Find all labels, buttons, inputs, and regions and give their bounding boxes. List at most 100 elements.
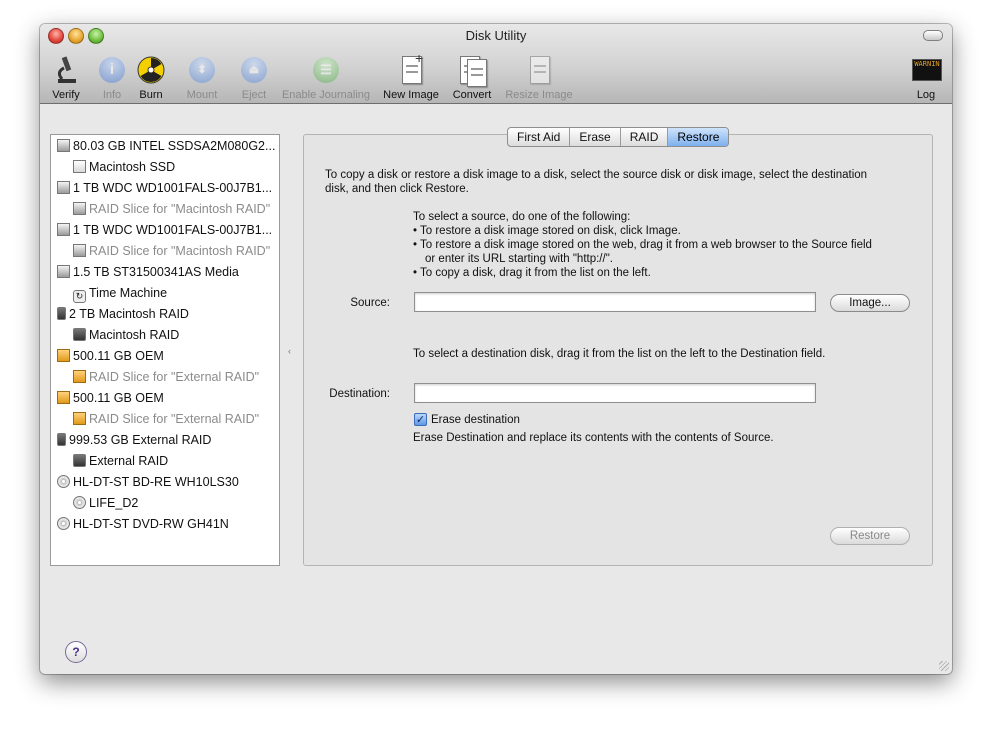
external-disk-icon [57,391,70,404]
disk-list-item[interactable]: RAID Slice for "External RAID" [73,367,275,387]
disk-list-item[interactable]: Macintosh SSD [73,157,275,177]
toolbar-label: Enable Journaling [281,89,371,101]
disk-label: RAID Slice for "Macintosh RAID" [89,202,271,216]
raid-icon [57,307,66,320]
disk-label: 2 TB Macintosh RAID [69,307,189,321]
disk-list-item[interactable]: 999.53 GB External RAID [57,430,275,450]
convert-icon [456,54,488,87]
erase-destination-note: Erase Destination and replace its conten… [413,432,774,444]
source-field[interactable] [414,292,816,312]
external-raid-slice-icon [73,370,86,383]
eject-icon: ⏏ [238,54,270,86]
toolbar-resize-image-button[interactable]: Resize Image [501,54,577,101]
disk-list-item[interactable]: 500.11 GB OEM [57,346,275,366]
disk-label: LIFE_D2 [89,496,139,510]
bullet-text: To copy a disk, drag it from the list on… [420,267,651,279]
toolbar-log-button[interactable]: WARNIN Log [908,54,944,101]
disk-list-item[interactable]: 2 TB Macintosh RAID [57,304,275,324]
split-view-divider[interactable]: ‹ [288,346,291,356]
restore-button[interactable]: Restore [830,527,910,545]
source-heading: To select a source, do one of the follow… [413,211,631,223]
disk-label: RAID Slice for "External RAID" [89,412,260,426]
raid-volume-icon [73,454,86,467]
disk-label: 500.11 GB OEM [73,391,164,405]
hard-disk-icon [57,223,70,236]
intro-line: disk, and then click Restore. [325,183,469,195]
resize-image-icon [523,54,555,86]
disk-list-item[interactable]: ↻ Time Machine [73,283,275,303]
tab-raid[interactable]: RAID [621,128,669,146]
toolbar-label: Info [102,89,122,101]
disk-list-item[interactable]: RAID Slice for "External RAID" [73,409,275,429]
burn-icon [135,54,167,86]
raid-volume-icon [73,328,86,341]
intro-line: To copy a disk or restore a disk image t… [325,169,868,181]
source-bullet: • To restore a disk image stored on the … [413,239,872,251]
disk-label: RAID Slice for "Macintosh RAID" [89,244,271,258]
destination-hint: To select a destination disk, drag it fr… [413,348,826,360]
tab-erase[interactable]: Erase [570,128,621,146]
disk-list[interactable]: 80.03 GB INTEL SSDSA2M080G2... Macintosh… [50,134,280,566]
toolbar-info-button[interactable]: i Info [94,54,130,101]
toolbar-verify-button[interactable]: Verify [48,54,84,101]
toolbar-label: Resize Image [505,89,573,101]
journal-icon: ☰ [310,54,342,86]
erase-destination-label[interactable]: Erase destination [431,413,520,427]
disk-label: RAID Slice for "External RAID" [89,370,260,384]
raid-slice-icon [73,244,86,257]
source-instructions: To select a source, do one of the follow… [413,210,923,280]
disk-label: 80.03 GB INTEL SSDSA2M080G2... [73,139,275,153]
erase-destination-checkbox[interactable]: ✓ [414,413,427,426]
disk-list-item[interactable]: RAID Slice for "Macintosh RAID" [73,241,275,261]
disk-list-item[interactable]: RAID Slice for "Macintosh RAID" [73,199,275,219]
disk-list-item[interactable]: 1.5 TB ST31500341AS Media [57,262,275,282]
external-disk-icon [57,349,70,362]
source-bullet: • To restore a disk image stored on disk… [413,225,681,237]
disk-label: 999.53 GB External RAID [69,433,212,447]
disk-label: Macintosh RAID [89,328,180,342]
mount-icon: ⬍ [186,54,218,86]
hard-disk-icon [57,139,70,152]
toolbar-mount-button[interactable]: ⬍ Mount [180,54,224,101]
source-label: Source: [350,297,390,309]
tab-restore[interactable]: Restore [668,128,729,146]
disk-list-item[interactable]: LIFE_D2 [73,493,275,513]
time-machine-icon: ↻ [73,290,86,303]
disk-list-item[interactable]: HL-DT-ST BD-RE WH10LS30 [57,472,275,492]
resize-grip[interactable] [939,661,949,671]
help-button[interactable]: ? [65,641,87,663]
disk-list-item[interactable]: Macintosh RAID [73,325,275,345]
toolbar-new-image-button[interactable]: + New Image [380,50,442,101]
destination-field[interactable] [414,383,816,403]
disk-utility-window: Disk Utility Verify i Info Burn ⬍ Mount … [40,24,952,674]
disk-list-item[interactable]: 1 TB WDC WD1001FALS-00J7B1... [57,220,275,240]
disk-list-item[interactable]: HL-DT-ST DVD-RW GH41N [57,514,275,534]
toolbar-convert-button[interactable]: Convert [449,54,495,101]
disk-list-item[interactable]: 80.03 GB INTEL SSDSA2M080G2... [57,136,275,156]
destination-label: Destination: [329,388,390,400]
restore-intro: To copy a disk or restore a disk image t… [325,168,925,196]
disk-list-item[interactable]: 500.11 GB OEM [57,388,275,408]
hard-disk-icon [57,265,70,278]
image-button[interactable]: Image... [830,294,910,312]
toolbar-eject-button[interactable]: ⏏ Eject [234,54,274,101]
window-title: Disk Utility [465,28,527,43]
toolbar-burn-button[interactable]: Burn [133,54,169,101]
microscope-icon [50,54,82,86]
info-icon: i [96,54,128,86]
raid-icon [57,433,66,446]
volume-icon [73,160,86,173]
toolbar-toggle-button[interactable] [923,30,943,41]
optical-disc-icon [73,496,86,509]
disk-label: HL-DT-ST BD-RE WH10LS30 [73,475,239,489]
disk-list-item[interactable]: External RAID [73,451,275,471]
disk-list-item[interactable]: 1 TB WDC WD1001FALS-00J7B1... [57,178,275,198]
toolbar-label: Mount [186,89,218,101]
bullet-text: To restore a disk image stored on the we… [420,239,872,251]
toolbar-label: Verify [52,89,80,101]
toolbar-enable-journaling-button[interactable]: ☰ Enable Journaling [278,54,374,101]
disk-label: 500.11 GB OEM [73,349,164,363]
tab-first-aid[interactable]: First Aid [508,128,571,146]
hard-disk-icon [57,181,70,194]
toolbar-label: Eject [241,89,267,101]
